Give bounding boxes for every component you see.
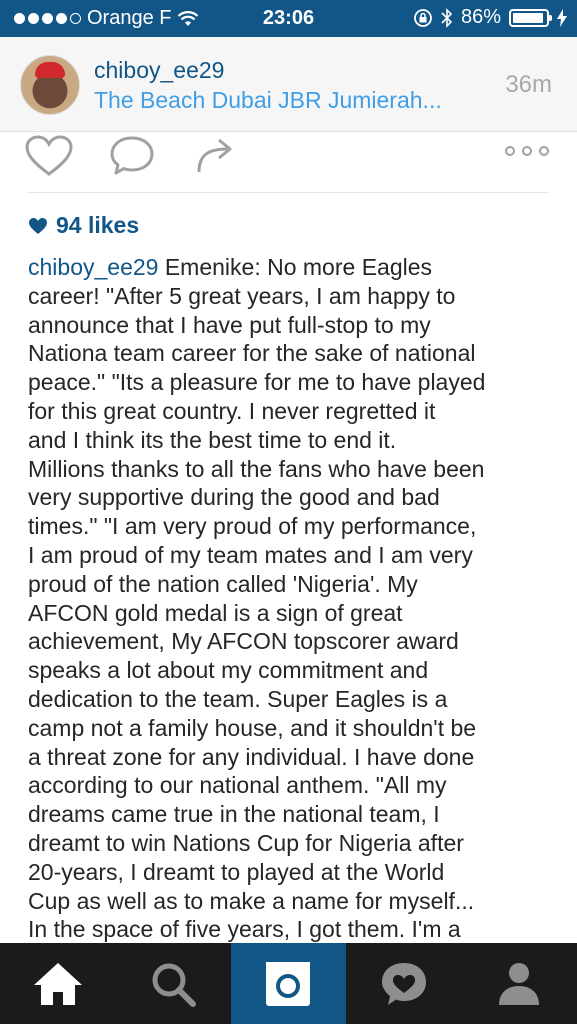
charging-icon — [557, 8, 567, 27]
search-icon — [152, 963, 197, 1007]
caption-line: Millions thanks to all the fans who have… — [28, 455, 485, 482]
post-location[interactable]: The Beach Dubai JBR Jumierah... — [94, 87, 442, 114]
tab-camera[interactable] — [230, 943, 347, 1024]
action-row — [0, 131, 577, 193]
activity-icon — [381, 962, 426, 1005]
caption-line: times." "I am very proud of my performan… — [28, 513, 477, 540]
caption-line: a threat zone for any individual. I have… — [28, 743, 475, 770]
tab-activity[interactable] — [346, 943, 461, 1024]
caption-line: 20-years, I dreamt to played at the Worl… — [28, 858, 445, 885]
caption-line: and I think its the best time to end it. — [28, 426, 397, 453]
caption-line: AFCON gold medal is a sign of great — [28, 599, 403, 626]
tab-bar — [0, 943, 577, 1024]
caption-line: very supportive during the good and bad — [28, 484, 440, 511]
caption-line: peace." "Its a pleasure for me to have p… — [28, 369, 486, 396]
caption-line: dreams came true in the national team, I — [28, 801, 440, 828]
caption-line: chiboy_ee29 Emenike: No more Eagles — [28, 253, 556, 282]
caption-line: announce that I have put full-stop to my — [28, 311, 431, 338]
battery-icon — [509, 8, 552, 27]
heart-icon[interactable] — [24, 134, 74, 178]
divider — [27, 192, 549, 193]
caption: chiboy_ee29 Emenike: No more Eagles care… — [28, 253, 556, 944]
post-header: chiboy_ee29 The Beach Dubai JBR Jumierah… — [0, 37, 577, 132]
likes-count[interactable]: 94 likes — [28, 212, 139, 239]
caption-line: proud of the nation called 'Nigeria'. My — [28, 570, 418, 597]
post-username[interactable]: chiboy_ee29 — [94, 57, 224, 84]
caption-line: In the space of five years, I got them. … — [28, 916, 461, 943]
orientation-lock-icon — [414, 8, 432, 27]
caption-line: I am proud of my team mates and I am ver… — [28, 541, 473, 568]
battery-percent: 86% — [460, 6, 501, 28]
caption-line: dreamt to win Nations Cup for Nigeria af… — [28, 829, 464, 856]
caption-username[interactable]: chiboy_ee29 — [28, 254, 158, 280]
camera-icon — [266, 961, 311, 1006]
caption-line: Cup as well as to make a name for myself… — [28, 887, 475, 914]
caption-line: career! "After 5 great years, I am happy… — [28, 282, 456, 309]
tab-search[interactable] — [115, 943, 230, 1024]
likes-text: 94 likes — [56, 212, 140, 238]
tab-profile[interactable] — [462, 943, 577, 1024]
caption-text: Emenike: No more Eagles — [158, 254, 433, 280]
caption-line: dedication to the team. Super Eagles is … — [28, 685, 448, 712]
bluetooth-icon — [441, 7, 453, 28]
more-icon[interactable] — [503, 144, 551, 158]
caption-line: according to our national anthem. "All m… — [28, 772, 447, 799]
home-icon — [33, 962, 82, 1005]
avatar[interactable] — [20, 55, 80, 115]
profile-icon — [499, 962, 540, 1005]
caption-line: speaks a lot about my commitment and — [28, 657, 429, 684]
comment-icon[interactable] — [108, 134, 156, 178]
tab-home[interactable] — [0, 943, 115, 1024]
caption-line: Nationa team career for the sake of nati… — [28, 340, 476, 367]
caption-line: for this great country. I never regrette… — [28, 397, 436, 424]
caption-line: achievement, My AFCON topscorer award — [28, 628, 459, 655]
post-age: 36m — [505, 71, 552, 98]
status-bar: Orange F 23:06 86% — [0, 0, 577, 37]
status-right: 86% — [413, 6, 567, 29]
small-heart-icon — [29, 217, 47, 234]
caption-line: camp not a family house, and it shouldn'… — [28, 714, 477, 741]
share-icon[interactable] — [193, 134, 237, 178]
